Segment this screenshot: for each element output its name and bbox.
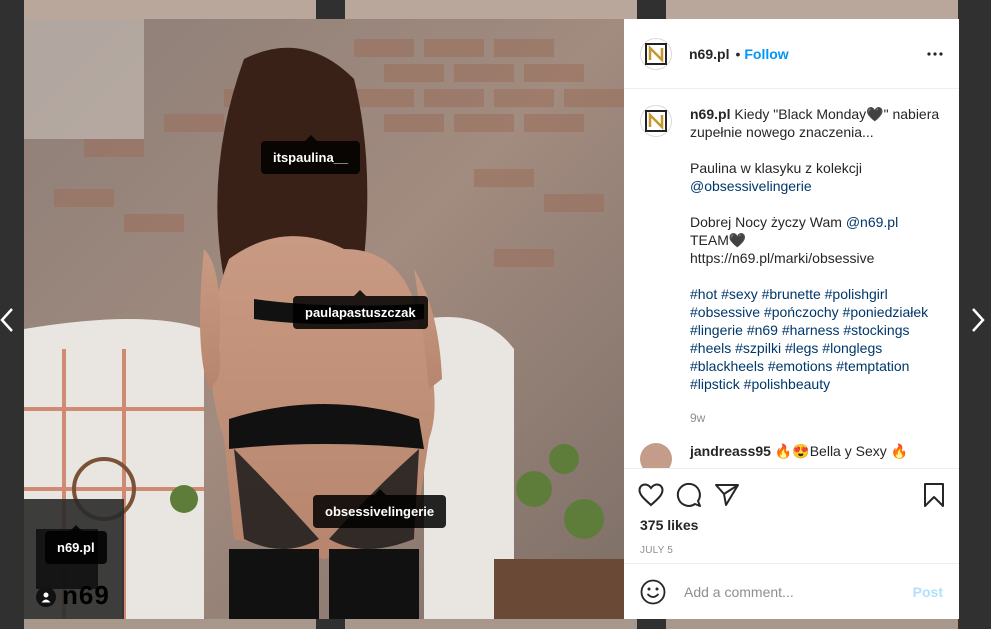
likes-count[interactable]: 375 likes (624, 517, 959, 533)
user-tag[interactable]: itspaulina__ (261, 135, 361, 174)
grid-thumbnail[interactable] (24, 619, 316, 629)
user-tag[interactable]: paulapastuszczak (293, 290, 428, 329)
action-bar (624, 473, 959, 517)
user-icon (41, 592, 51, 603)
avatar[interactable] (640, 37, 672, 70)
hashtags[interactable]: #hot #sexy #brunette #polishgirl #obsess… (690, 285, 940, 393)
caption-text: Dobrej Nocy życzy Wam (690, 214, 846, 230)
user-tag[interactable]: obsessivelingerie (313, 489, 447, 528)
comment-text: 🔥😍Bella y Sexy 🔥 (770, 443, 909, 459)
post-header: n69.pl • Follow (624, 19, 959, 89)
share-button[interactable] (714, 483, 740, 507)
post-date[interactable]: July 5 (624, 545, 959, 556)
grid-thumbnail[interactable] (666, 619, 958, 629)
watermark-logo: n69 (62, 580, 110, 610)
like-button[interactable] (638, 483, 664, 507)
caption: n69.pl Kiedy "Black Monday🖤" nabiera zup… (640, 105, 943, 427)
caption-url: https://n69.pl/marki/obsessive (690, 250, 875, 266)
comment-input[interactable] (682, 582, 913, 601)
caption-text: TEAM🖤 (690, 232, 747, 248)
add-comment-bar: Post (624, 563, 959, 619)
emoji-button[interactable] (640, 579, 666, 605)
chevron-right-icon (972, 308, 985, 332)
grid-thumbnail[interactable] (345, 619, 637, 629)
chevron-left-icon (0, 308, 13, 332)
user-tag[interactable]: n69.pl (45, 525, 107, 564)
brand-logo-icon (645, 110, 667, 132)
avatar[interactable] (640, 443, 672, 468)
emoji-smile-icon (640, 579, 666, 604)
brand-logo-icon (645, 42, 667, 65)
next-post-button[interactable] (971, 306, 991, 334)
post-comment-button[interactable]: Post (913, 584, 943, 600)
paper-plane-icon (715, 484, 739, 506)
comment-bubble-icon (676, 482, 701, 507)
post-details-panel: n69.pl • Follow n69.pl Kiedy "Black Mond… (624, 19, 959, 619)
caption-username[interactable]: n69.pl (690, 106, 730, 122)
mention-link[interactable]: @obsessivelingerie (690, 178, 812, 194)
comment-item: jandreass95 🔥😍Bella y Sexy 🔥 (640, 443, 943, 468)
separator-dot: • (735, 45, 741, 62)
follow-button[interactable]: Follow (744, 46, 788, 62)
mention-link[interactable]: @n69.pl (846, 214, 898, 230)
more-options-button[interactable] (927, 51, 943, 56)
grid-thumbnail[interactable] (666, 0, 958, 19)
grid-thumbnail[interactable] (24, 0, 316, 19)
caption-timestamp[interactable]: 9w (690, 409, 940, 427)
post-photo[interactable]: itspaulina__ paulapastuszczak obsessivel… (24, 19, 624, 619)
prev-post-button[interactable] (0, 306, 20, 334)
post-author-username[interactable]: n69.pl (689, 46, 729, 62)
comment-username[interactable]: jandreass95 (690, 443, 771, 459)
save-button[interactable] (923, 482, 945, 508)
comments-list[interactable]: n69.pl Kiedy "Black Monday🖤" nabiera zup… (624, 89, 959, 469)
bookmark-icon (924, 483, 944, 507)
comment-button[interactable] (676, 482, 702, 508)
show-tags-button[interactable] (36, 587, 56, 607)
caption-text: Paulina w klasyku z kolekcji (690, 160, 862, 176)
avatar[interactable] (640, 105, 672, 137)
more-horizontal-icon (927, 51, 943, 56)
grid-thumbnail[interactable] (345, 0, 637, 19)
heart-icon (638, 483, 664, 507)
